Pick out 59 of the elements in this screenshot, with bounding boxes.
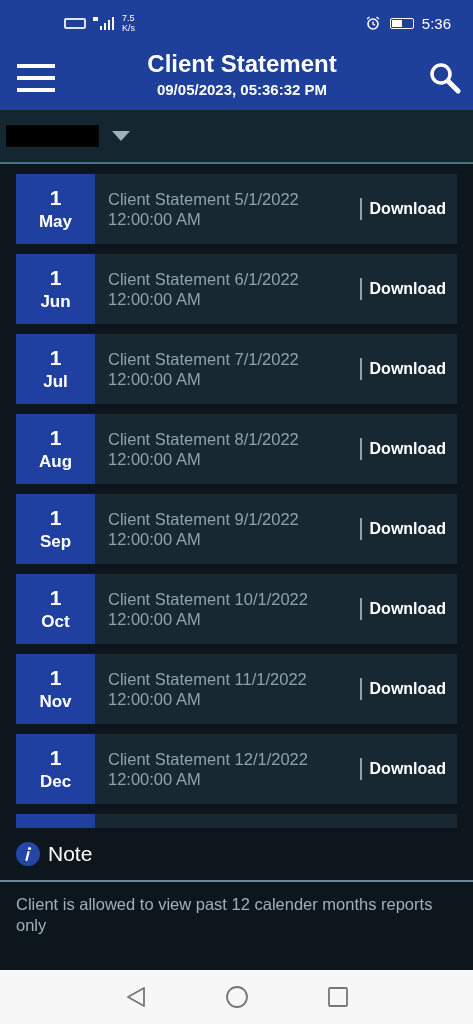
dropdown-caret-icon[interactable] (111, 130, 131, 142)
date-month: Nov (39, 692, 72, 712)
statement-title: Client Statement 11/1/2022 (108, 669, 308, 689)
statement-time: 12:00:00 AM (108, 369, 202, 389)
download-button[interactable]: Download (361, 360, 457, 378)
statement-title: Client Statement 5/1/2022 (108, 189, 300, 209)
battery-icon (389, 17, 414, 29)
statement-time: 12:00:00 AM (108, 289, 202, 309)
statement-time: 12:00:00 AM (108, 769, 202, 789)
statement-time: 12:00:00 AM (108, 529, 202, 549)
date-month: Aug (38, 452, 72, 472)
date-month: Oct (41, 612, 70, 632)
date-month: Jun (40, 292, 71, 312)
date-month: Jul (43, 372, 68, 392)
note-text: Client is allowed to view past 12 calender months reports only (15, 894, 434, 936)
back-icon[interactable] (124, 986, 147, 1008)
page-title: Client Statement (147, 50, 337, 78)
statement-title: Client Statement 8/1/2022 (108, 429, 300, 449)
date-day: 1 (49, 586, 62, 610)
speed-unit: K/s (122, 23, 135, 33)
statement-title: Client Statement 9/1/2022 (108, 509, 300, 529)
alarm-icon (365, 16, 380, 30)
page-timestamp: 09/05/2023, 05:36:32 PM (156, 81, 328, 98)
date-day: 1 (49, 266, 62, 290)
statement-title: Client Statement 12/1/2022 (108, 749, 309, 769)
menu-icon (17, 64, 55, 92)
home-icon[interactable] (224, 985, 249, 1009)
date-day: 1 (49, 186, 62, 210)
date-month: Sep (39, 532, 72, 552)
download-button[interactable]: Download (361, 680, 457, 698)
search-icon (429, 62, 461, 94)
statement-title: Client Statement 7/1/2022 (108, 349, 300, 369)
date-day: 1 (49, 666, 62, 690)
clock: 5:36 (421, 14, 451, 32)
download-button[interactable]: Download (361, 520, 457, 538)
menu-button[interactable] (17, 64, 55, 92)
date-day: 1 (49, 746, 62, 770)
network-speed: 7.5 (122, 13, 135, 23)
statement-time: 12:00:00 AM (108, 609, 202, 629)
search-button[interactable] (429, 62, 461, 94)
date-day: 1 (49, 346, 62, 370)
date-month: May (38, 212, 73, 232)
info-icon (16, 842, 40, 866)
date-day: 1 (49, 426, 62, 450)
download-button[interactable]: Download (361, 600, 457, 618)
date-day: 1 (49, 506, 62, 530)
note-title: Note (48, 842, 93, 866)
statement-title: Client Statement 10/1/2022 (108, 589, 309, 609)
download-button[interactable]: Download (361, 280, 457, 298)
download-button[interactable]: Download (361, 760, 457, 778)
recents-icon[interactable] (326, 986, 349, 1008)
statement-time: 12:00:00 AM (108, 209, 202, 229)
date-month: Dec (39, 772, 72, 792)
statement-time: 12:00:00 AM (108, 689, 202, 709)
statement-title: Client Statement 6/1/2022 (108, 269, 300, 289)
signal-icon (92, 16, 116, 30)
download-button[interactable]: Download (361, 440, 457, 458)
statement-time: 12:00:00 AM (108, 449, 202, 469)
download-button[interactable]: Download (361, 200, 457, 218)
